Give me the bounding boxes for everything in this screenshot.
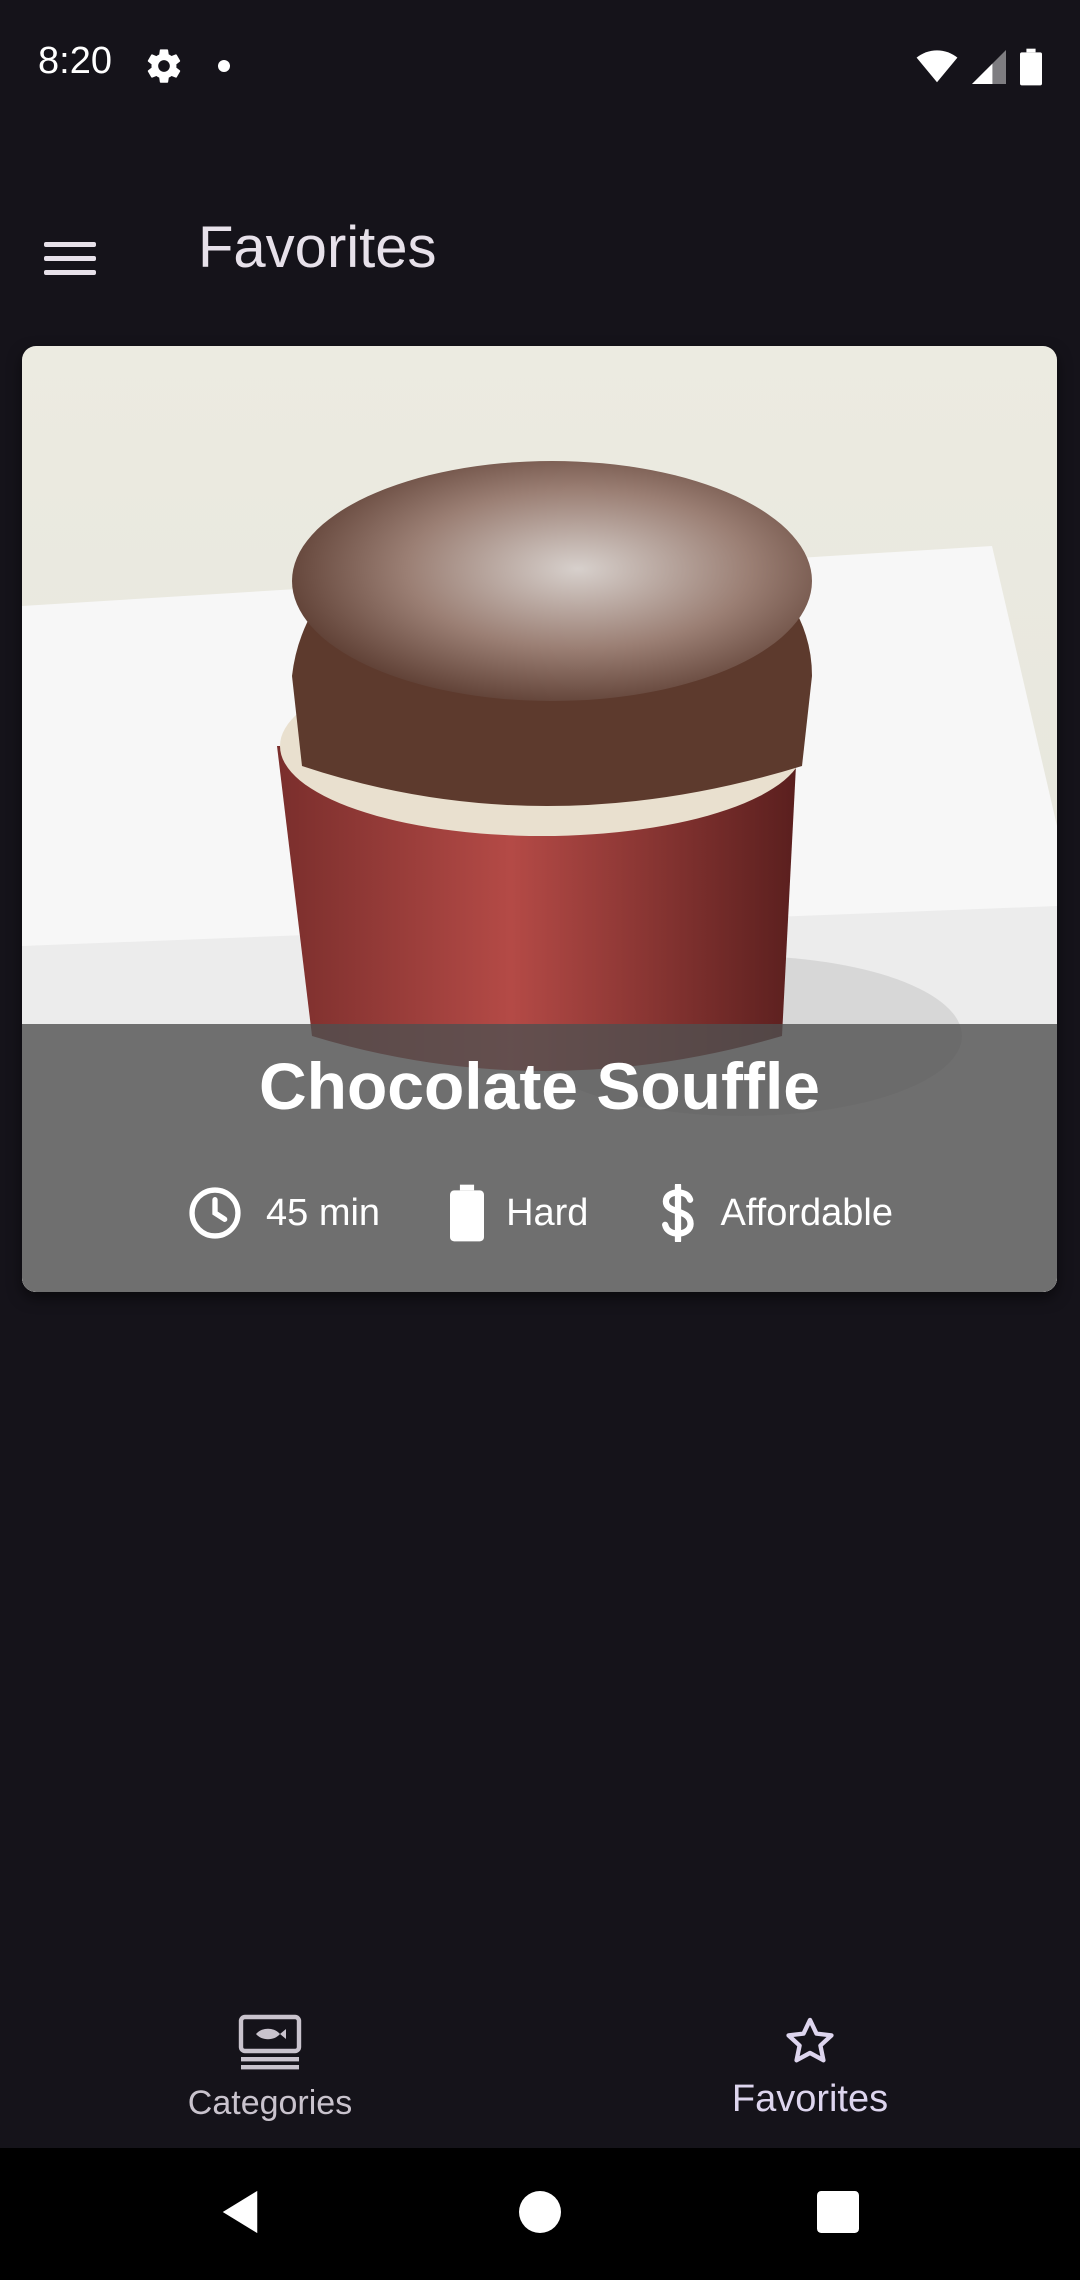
star-outline-icon <box>784 2016 836 2071</box>
meal-title: Chocolate Souffle <box>258 1049 821 1123</box>
bottom-navigation: Categories Favorites <box>0 1976 1080 2148</box>
recents-button[interactable] <box>768 2148 908 2280</box>
meal-affordability: Affordable <box>658 1184 893 1242</box>
nav-item-categories[interactable]: Categories <box>0 1976 540 2148</box>
meal-card[interactable]: Chocolate Souffle 45 min Hard Affordable <box>22 346 1057 1292</box>
system-navigation-bar <box>0 2148 1080 2280</box>
wifi-icon <box>916 50 958 89</box>
set-meal-icon <box>238 2014 302 2075</box>
meal-duration: 45 min <box>186 1184 380 1242</box>
recents-icon <box>817 2190 859 2238</box>
nav-label-favorites: Favorites <box>731 2078 889 2120</box>
menu-icon-line <box>44 255 96 261</box>
status-icons <box>916 48 1042 91</box>
battery-icon <box>450 1184 485 1242</box>
meal-complexity: Hard <box>450 1184 588 1242</box>
meal-complexity-label: Hard <box>506 1191 589 1234</box>
page-title: Favorites <box>198 215 437 280</box>
app-bar: Favorites <box>0 136 1080 360</box>
clock-icon <box>186 1184 244 1242</box>
gear-icon <box>144 46 184 86</box>
menu-icon-line <box>44 241 96 247</box>
meal-info-overlay: Chocolate Souffle 45 min Hard Affordable <box>22 1024 1057 1292</box>
battery-icon <box>1020 48 1042 91</box>
menu-icon-line <box>44 269 96 275</box>
nav-label-categories: Categories <box>187 2084 353 2122</box>
meal-affordability-label: Affordable <box>720 1191 893 1234</box>
back-button[interactable] <box>170 2148 310 2280</box>
meal-duration-label: 45 min <box>266 1191 381 1234</box>
menu-button[interactable] <box>44 226 108 290</box>
signal-icon <box>972 50 1006 89</box>
back-icon <box>218 2189 262 2240</box>
meal-meta-row: 45 min Hard Affordable <box>22 1184 1057 1242</box>
status-time: 8:20 <box>38 40 112 82</box>
dollar-icon <box>658 1184 698 1242</box>
status-bar: 8:20 <box>0 0 1080 136</box>
home-button[interactable] <box>470 2148 610 2280</box>
notification-dot <box>218 60 230 72</box>
nav-item-favorites[interactable]: Favorites <box>540 1976 1080 2148</box>
home-icon <box>519 2190 561 2238</box>
